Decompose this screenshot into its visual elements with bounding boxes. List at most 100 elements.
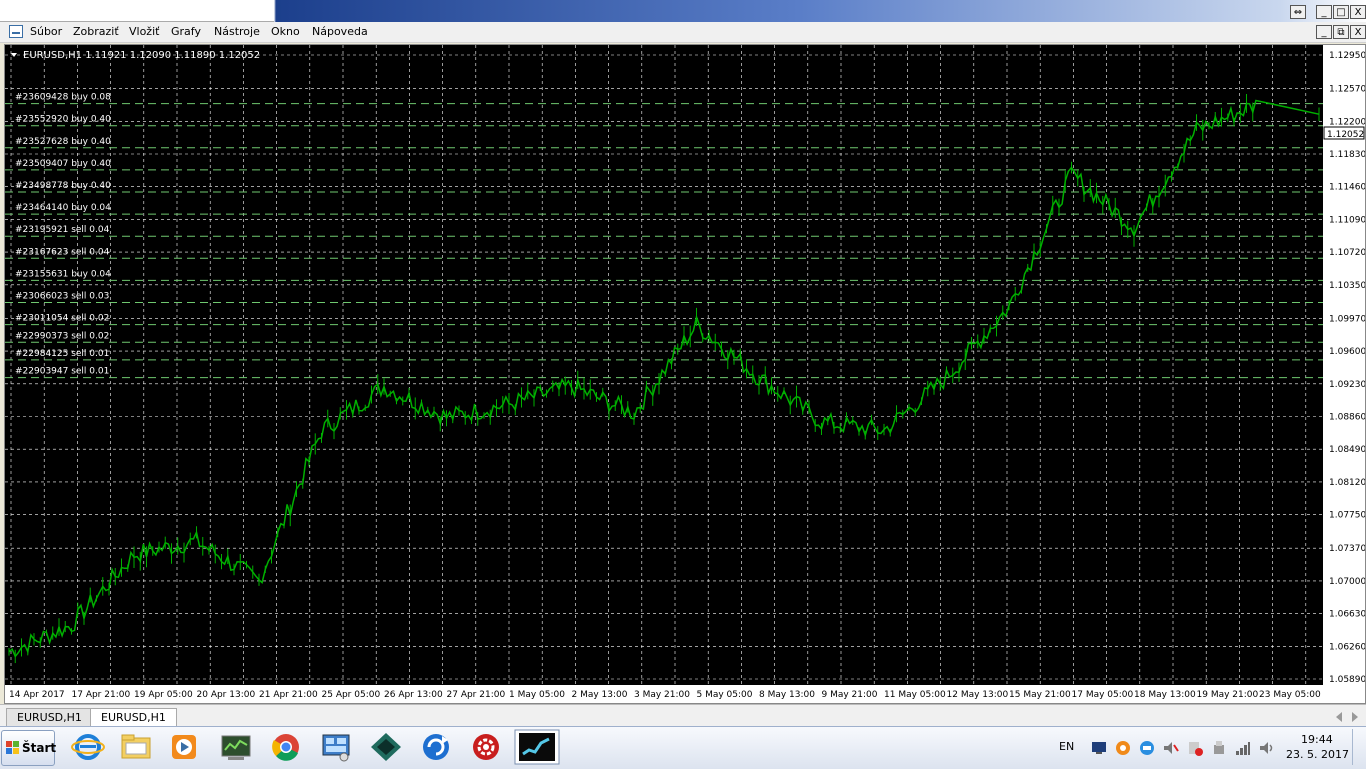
speaker-muted-tray-icon[interactable] — [1163, 740, 1179, 756]
price-tick-label: 1.08490 — [1329, 445, 1365, 455]
language-indicator[interactable]: EN — [1059, 740, 1074, 753]
time-tick-label: 1 May 05:00 — [509, 690, 565, 700]
chart-window[interactable]: 1.12950 1.12570 1.12200 1.11830 1.11460 1.110… — [4, 44, 1366, 704]
terminal-icon[interactable] — [218, 730, 254, 764]
tab-scroll-arrows[interactable] — [1332, 711, 1362, 723]
chrome-icon[interactable] — [268, 730, 304, 764]
price-tick-label: 1.12200 — [1329, 117, 1365, 127]
order-label: #22990373 sell 0.02 — [15, 331, 109, 341]
current-price-marker: 1.12052 — [1323, 126, 1365, 140]
window-title-bar: ⇔ _ □ X — [0, 0, 1366, 22]
child-minimize-button[interactable]: _ — [1316, 25, 1332, 39]
start-label: Štart — [22, 741, 57, 755]
time-tick-label: 25 Apr 05:00 — [322, 690, 381, 700]
price-tick-label: 1.10720 — [1329, 248, 1365, 258]
media-player-icon[interactable] — [166, 730, 202, 764]
trading-app-icon[interactable] — [368, 730, 404, 764]
price-tick-label: 1.08860 — [1329, 412, 1365, 422]
show-desktop-button[interactable] — [1352, 729, 1365, 765]
start-button[interactable]: Štart — [1, 730, 57, 766]
gear-app-icon[interactable] — [468, 730, 504, 764]
monitor-tray-icon[interactable] — [1091, 740, 1107, 756]
price-chart[interactable]: 1.12950 1.12570 1.12200 1.11830 1.11460 1.110… — [5, 45, 1365, 703]
order-label: #23552920 buy 0.40 — [15, 115, 111, 125]
network-icon[interactable] — [318, 730, 354, 764]
time-tick-label: 2 May 13:00 — [572, 690, 628, 700]
order-label: #23509407 buy 0.40 — [15, 159, 111, 169]
menu-insert[interactable]: Vložiť — [129, 25, 159, 38]
window-title-field — [0, 3, 274, 22]
windows-flag-icon — [6, 741, 19, 754]
volume-tray-icon[interactable] — [1259, 740, 1275, 756]
chart-app-icon[interactable] — [514, 729, 560, 765]
time-tick-label: 20 Apr 13:00 — [197, 690, 256, 700]
order-label: #23167623 sell 0.04 — [15, 247, 110, 257]
file-explorer-icon[interactable] — [118, 730, 154, 764]
time-tick-label: 17 May 05:00 — [1072, 690, 1134, 700]
time-tick-label: 27 Apr 21:00 — [447, 690, 506, 700]
time-tick-label: 15 May 21:00 — [1009, 690, 1071, 700]
order-label: #23155631 buy 0.04 — [15, 269, 111, 279]
price-tick-label: 1.06260 — [1329, 642, 1365, 652]
time-ticks: 14 Apr 2017 17 Apr 21:00 19 Apr 05:00 20 Ap… — [9, 690, 1321, 700]
internet-explorer-icon[interactable] — [70, 730, 106, 764]
tab-eurusd-h1-second[interactable]: EURUSD,H1 — [90, 708, 177, 727]
minimize-button[interactable]: _ — [1316, 5, 1332, 19]
price-tick-label: 1.07750 — [1329, 511, 1365, 521]
menu-help[interactable]: Nápoveda — [312, 25, 368, 38]
time-tick-label: 19 May 21:00 — [1197, 690, 1259, 700]
current-price-label: 1.12052 — [1327, 130, 1364, 140]
time-tick-label: 12 May 13:00 — [947, 690, 1009, 700]
price-tick-label: 1.11090 — [1329, 215, 1365, 225]
time-tick-label: 8 May 13:00 — [759, 690, 815, 700]
time-tick-label: 5 May 05:00 — [697, 690, 753, 700]
price-tick-label: 1.12570 — [1329, 85, 1365, 95]
chart-window-icon[interactable] — [9, 25, 23, 38]
security-alert-tray-icon[interactable] — [1187, 740, 1203, 756]
refresh-app-icon[interactable] — [418, 730, 454, 764]
time-tick-label: 9 May 21:00 — [822, 690, 878, 700]
time-tick-label: 14 Apr 2017 — [9, 690, 65, 700]
price-tick-label: 1.09970 — [1329, 314, 1365, 324]
clock-date[interactable]: 23. 5. 2017 — [1286, 748, 1349, 761]
resize-button[interactable]: ⇔ — [1290, 5, 1306, 19]
time-tick-label: 3 May 21:00 — [634, 690, 690, 700]
price-tick-label: 1.12950 — [1329, 51, 1365, 61]
messenger-tray-icon[interactable] — [1139, 740, 1155, 756]
time-tick-label: 21 Apr 21:00 — [259, 690, 318, 700]
usb-tray-icon[interactable] — [1211, 740, 1227, 756]
chart-header: EURUSD,H1 1.11921 1.12090 1.11890 1.1205… — [11, 50, 260, 61]
time-tick-label: 19 Apr 05:00 — [134, 690, 193, 700]
signal-tray-icon[interactable] — [1235, 740, 1251, 756]
order-label: #22984125 sell 0.01 — [15, 349, 109, 359]
scroll-left-icon — [1336, 712, 1342, 722]
order-label: #23609428 buy 0.08 — [15, 93, 111, 103]
order-label: #23527628 buy 0.40 — [15, 137, 111, 147]
time-tick-label: 26 Apr 13:00 — [384, 690, 443, 700]
plot-area[interactable] — [5, 45, 1323, 685]
child-close-button[interactable]: X — [1350, 25, 1366, 39]
time-tick-label: 23 May 05:00 — [1259, 690, 1321, 700]
menu-window[interactable]: Okno — [271, 25, 300, 38]
price-tick-label: 1.07370 — [1329, 544, 1365, 554]
menu-file[interactable]: Súbor — [30, 25, 62, 38]
close-button[interactable]: X — [1350, 5, 1366, 19]
menu-charts[interactable]: Grafy — [171, 25, 201, 38]
price-tick-label: 1.11460 — [1329, 183, 1365, 193]
order-label: #23066023 sell 0.03 — [15, 291, 109, 301]
order-label: #23464140 buy 0.04 — [15, 203, 111, 213]
order-label: #22903947 sell 0.01 — [15, 367, 109, 377]
price-tick-label: 1.05890 — [1329, 675, 1365, 685]
menu-view[interactable]: Zobraziť — [73, 25, 119, 38]
child-restore-button[interactable]: ⧉ — [1333, 25, 1349, 39]
maximize-button[interactable]: □ — [1333, 5, 1349, 19]
menu-tools[interactable]: Nástroje — [214, 25, 260, 38]
time-tick-label: 17 Apr 21:00 — [72, 690, 131, 700]
antivirus-tray-icon[interactable] — [1115, 740, 1131, 756]
clock-time[interactable]: 19:44 — [1301, 733, 1333, 746]
price-tick-label: 1.11830 — [1329, 150, 1365, 160]
price-tick-label: 1.06630 — [1329, 610, 1365, 620]
price-tick-label: 1.09230 — [1329, 380, 1365, 390]
taskbar: Štart EN 19:44 23. 5. 2017 — [0, 726, 1366, 769]
tab-eurusd-h1-first[interactable]: EURUSD,H1 — [6, 708, 93, 727]
